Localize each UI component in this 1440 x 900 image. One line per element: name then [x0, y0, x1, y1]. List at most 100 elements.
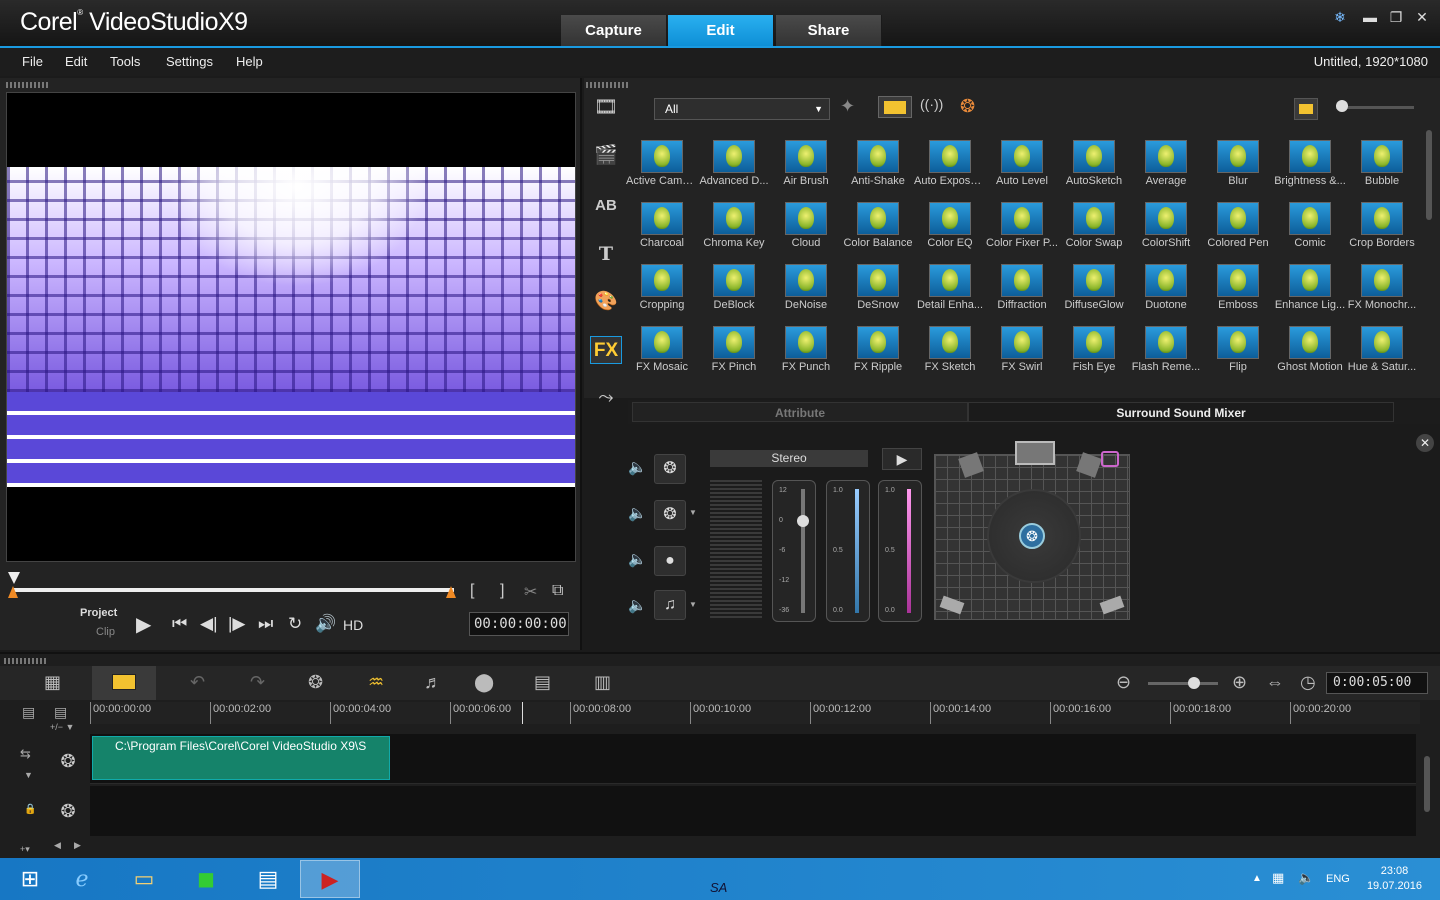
- volume-icon[interactable]: 🔊: [315, 614, 336, 634]
- clip-mode-label[interactable]: Clip: [96, 626, 115, 638]
- effect-thumbnail[interactable]: DeBlock: [698, 254, 770, 316]
- overlay-track-channel-button[interactable]: ❂: [654, 500, 686, 530]
- volume-tray-icon[interactable]: 🔈: [1298, 870, 1314, 886]
- panel-grip[interactable]: [4, 658, 48, 664]
- subtitle-editor-icon[interactable]: ▤: [534, 672, 551, 693]
- effect-thumbnail[interactable]: ColorShift: [1130, 192, 1202, 254]
- surround-pad[interactable]: ❂: [934, 441, 1130, 620]
- fader-knob[interactable]: [797, 515, 809, 527]
- menu-file[interactable]: File: [22, 54, 43, 69]
- effect-thumbnail[interactable]: Blur: [1202, 130, 1274, 192]
- scrubber-handle[interactable]: [8, 572, 20, 584]
- effect-thumbnail[interactable]: Color Fixer P...: [986, 192, 1058, 254]
- graphic-icon[interactable]: 🎨: [590, 288, 622, 316]
- effect-thumbnail[interactable]: DiffuseGlow: [1058, 254, 1130, 316]
- effect-thumbnail[interactable]: FX Mosaic: [626, 316, 698, 378]
- effect-thumbnail[interactable]: Color EQ: [914, 192, 986, 254]
- library-scrollbar[interactable]: [1426, 130, 1432, 220]
- panel-grip[interactable]: [6, 82, 50, 88]
- effect-thumbnail[interactable]: FX Sketch: [914, 316, 986, 378]
- effect-thumbnail[interactable]: Detail Enha...: [914, 254, 986, 316]
- tab-capture[interactable]: Capture: [561, 15, 667, 46]
- timeline-vscrollbar[interactable]: [1424, 734, 1434, 834]
- repeat-icon[interactable]: ↻: [288, 614, 302, 634]
- track-manager-icon[interactable]: ▤: [22, 704, 35, 721]
- effect-thumbnail[interactable]: Color Balance: [842, 192, 914, 254]
- dropdown-arrow-icon[interactable]: ▼: [689, 508, 697, 517]
- effect-thumbnail[interactable]: Average: [1130, 130, 1202, 192]
- snowflake-icon[interactable]: ❄: [1330, 8, 1350, 26]
- tab-share[interactable]: Share: [776, 15, 882, 46]
- thumbnail-size-knob[interactable]: [1336, 100, 1348, 112]
- library-filter-dropdown[interactable]: All ▼: [654, 98, 830, 120]
- tab-edit[interactable]: Edit: [668, 15, 774, 46]
- auto-music-icon[interactable]: ♬: [424, 672, 442, 693]
- effect-thumbnail[interactable]: Cropping: [626, 254, 698, 316]
- media-icon[interactable]: 🎞: [590, 94, 622, 122]
- home-icon[interactable]: ⏮: [172, 614, 187, 634]
- effect-thumbnail[interactable]: Flip: [1202, 316, 1274, 378]
- close-button[interactable]: ✕: [1412, 8, 1432, 26]
- tab-surround-sound-mixer[interactable]: Surround Sound Mixer: [968, 402, 1394, 422]
- menu-tools[interactable]: Tools: [110, 54, 140, 69]
- effect-thumbnail[interactable]: Fish Eye: [1058, 316, 1130, 378]
- effect-thumbnail[interactable]: Advanced D...: [698, 130, 770, 192]
- scroll-thumb[interactable]: [1424, 756, 1430, 812]
- file-explorer-icon[interactable]: ▭: [114, 860, 174, 898]
- add-filter-icon[interactable]: ✦: [840, 96, 855, 117]
- effect-thumbnail[interactable]: Bubble: [1346, 130, 1418, 192]
- effect-thumbnail[interactable]: Active Camera: [626, 130, 698, 192]
- music-track-channel-button[interactable]: ♫: [654, 590, 686, 620]
- dropdown-arrow-icon[interactable]: ▼: [24, 770, 33, 780]
- windows-start-icon[interactable]: ⊞: [0, 860, 60, 898]
- fx-filter-icon[interactable]: FX: [590, 336, 622, 364]
- scroll-right-icon[interactable]: ▶: [74, 840, 81, 851]
- effect-thumbnail[interactable]: Cloud: [770, 192, 842, 254]
- ripple-edit-icon[interactable]: ⇆: [20, 746, 31, 762]
- volume-fader[interactable]: 12 0 -6 -12 -36: [772, 480, 816, 622]
- scroll-left-icon[interactable]: ◀: [54, 840, 61, 851]
- video-track-icon[interactable]: ❂: [52, 746, 84, 776]
- stereo-mode-label[interactable]: Stereo: [710, 450, 868, 467]
- maximize-button[interactable]: ❐: [1386, 8, 1406, 26]
- front-rear-fader[interactable]: 1.0 0.5 0.0: [826, 480, 870, 622]
- video-track-channel-button[interactable]: ❂: [654, 454, 686, 484]
- speaker-icon[interactable]: 🔈: [628, 504, 648, 522]
- effect-thumbnail[interactable]: DeSnow: [842, 254, 914, 316]
- effect-thumbnail[interactable]: FX Pinch: [698, 316, 770, 378]
- sound-mixer-icon[interactable]: ♒: [368, 672, 384, 693]
- title-icon[interactable]: T: [590, 240, 622, 268]
- disk-app-icon[interactable]: ▤: [238, 860, 298, 898]
- playhead[interactable]: [522, 702, 523, 724]
- effect-thumbnail[interactable]: Color Swap: [1058, 192, 1130, 254]
- mixer-play-button[interactable]: ▶: [882, 448, 922, 470]
- effect-thumbnail[interactable]: Chroma Key: [698, 192, 770, 254]
- zoom-in-icon[interactable]: ⊕: [1232, 672, 1247, 693]
- effect-thumbnail[interactable]: Brightness &...: [1274, 130, 1346, 192]
- path-icon[interactable]: ⤳: [590, 384, 622, 412]
- effect-thumbnail[interactable]: Duotone: [1130, 254, 1202, 316]
- timeline-clip[interactable]: C:\Program Files\Corel\Corel VideoStudio…: [92, 736, 390, 780]
- effect-thumbnail[interactable]: Enhance Lig...: [1274, 254, 1346, 316]
- menu-help[interactable]: Help: [236, 54, 263, 69]
- add-track-icon[interactable]: +▾: [20, 844, 30, 855]
- effect-thumbnail[interactable]: Auto Exposure: [914, 130, 986, 192]
- effect-thumbnail[interactable]: FX Punch: [770, 316, 842, 378]
- videostudio-taskbar-icon[interactable]: ▶: [300, 860, 360, 898]
- language-indicator[interactable]: ENG: [1326, 873, 1350, 885]
- effect-thumbnail[interactable]: Anti-Shake: [842, 130, 914, 192]
- speaker-icon[interactable]: 🔈: [628, 458, 648, 476]
- zoom-slider[interactable]: [1148, 682, 1218, 685]
- menu-edit[interactable]: Edit: [65, 54, 87, 69]
- speaker-icon[interactable]: 🔈: [628, 596, 648, 614]
- timeline-view-button[interactable]: [92, 666, 156, 700]
- lock-icon[interactable]: 🔒: [24, 804, 36, 815]
- speaker-icon[interactable]: 🔈: [628, 550, 648, 568]
- surround-position-knob[interactable]: ❂: [1019, 523, 1045, 549]
- tray-arrow-icon[interactable]: ▲: [1252, 873, 1262, 884]
- scrub-bar[interactable]: [14, 588, 454, 592]
- enlarge-icon[interactable]: ⧉: [552, 582, 563, 600]
- overlay-track[interactable]: [90, 786, 1416, 836]
- multi-camera-icon[interactable]: ▥: [594, 672, 611, 693]
- close-icon[interactable]: ✕: [1416, 434, 1434, 452]
